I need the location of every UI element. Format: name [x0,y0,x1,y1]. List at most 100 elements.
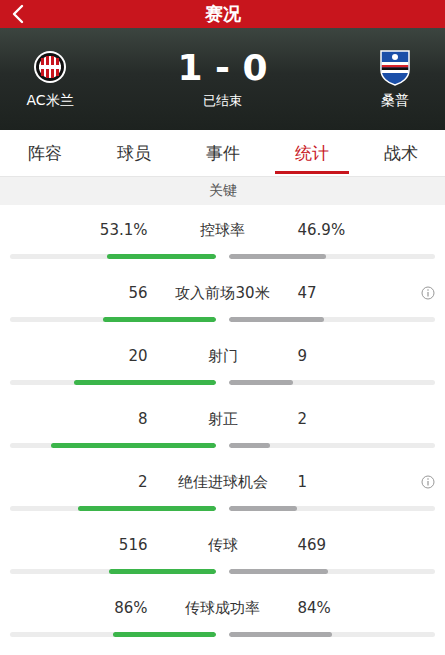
home-value: 56 [0,284,148,302]
stat-bars [0,317,445,322]
stat-bars [0,506,445,511]
stat-values: 20射门9 [0,345,445,367]
away-bar-track [229,569,435,574]
stat-label: 射门 [148,347,298,366]
away-bar-fill [229,569,328,574]
info-icon[interactable] [421,286,435,300]
home-value: 86% [0,599,148,617]
stat-row: 8射正2 [0,394,445,457]
section-header: 关键 [0,177,445,205]
away-bar-fill [229,254,326,259]
stat-values: 8射正2 [0,408,445,430]
away-cell: 47 [298,284,445,302]
ac-milan-logo-icon [33,48,67,86]
stat-values: 56攻入前场30米47 [0,282,445,304]
stat-bars [0,443,445,448]
stat-label: 攻入前场30米 [148,284,298,303]
stat-bars [0,380,445,385]
stat-values: 53.1%控球率46.9% [0,219,445,241]
scoreboard: 1 - 0 已结束 [100,48,345,110]
tab[interactable]: 战术 [356,130,445,176]
stat-label: 传球成功率 [148,599,298,618]
stat-bars [0,254,445,259]
info-icon[interactable] [421,538,435,552]
tab[interactable]: 事件 [178,130,267,176]
stat-values: 86%传球成功率84% [0,597,445,619]
away-value: 1 [298,473,308,491]
away-bar-fill [229,380,293,385]
away-cell: 469 [298,536,445,554]
stat-row: 20射门9 [0,331,445,394]
away-cell: 46.9% [298,221,445,239]
away-bar-fill [229,632,332,637]
away-bar-track [229,317,435,322]
away-cell: 1 [298,473,445,491]
away-bar-track [229,380,435,385]
back-chevron-icon[interactable] [8,3,30,25]
away-value: 84% [298,599,331,617]
away-value: 47 [298,284,317,302]
home-bar-track [10,254,216,259]
home-bar-fill [113,632,216,637]
tab[interactable]: 统计 [267,130,356,176]
home-bar-track [10,506,216,511]
match-status: 已结束 [203,92,242,110]
away-team-name: 桑普 [381,92,409,110]
home-bar-fill [107,254,216,259]
sampdoria-logo-icon [378,48,412,86]
stat-label: 绝佳进球机会 [148,473,298,492]
stat-bars [0,569,445,574]
home-bar-fill [74,380,216,385]
home-team-name: AC米兰 [26,92,73,110]
away-bar-track [229,443,435,448]
away-cell: 9 [298,347,445,365]
tab-bar: 阵容球员事件统计战术 [0,130,445,177]
stat-row: 2绝佳进球机会1 [0,457,445,520]
away-bar-track [229,506,435,511]
home-value: 8 [0,410,148,428]
home-bar-track [10,380,216,385]
stat-values: 516传球469 [0,534,445,556]
home-value: 2 [0,473,148,491]
away-value: 469 [298,536,327,554]
home-bar-fill [109,569,216,574]
home-team[interactable]: AC米兰 [0,48,100,110]
info-icon[interactable] [421,601,435,615]
info-icon[interactable] [421,412,435,426]
info-icon[interactable] [421,349,435,363]
stat-row: 53.1%控球率46.9% [0,205,445,268]
away-team[interactable]: 桑普 [345,48,445,110]
stat-label: 传球 [148,536,298,555]
top-bar: 赛况 [0,0,445,28]
home-bar-fill [103,317,216,322]
away-cell: 84% [298,599,445,617]
info-icon[interactable] [421,223,435,237]
away-bar-track [229,254,435,259]
away-bar-fill [229,506,297,511]
stat-values: 2绝佳进球机会1 [0,471,445,493]
info-icon[interactable] [421,475,435,489]
home-bar-fill [51,443,216,448]
tab[interactable]: 阵容 [0,130,89,176]
away-value: 46.9% [298,221,346,239]
stat-bars [0,632,445,637]
match-banner: AC米兰 1 - 0 已结束 桑普 [0,28,445,130]
away-value: 2 [298,410,308,428]
home-value: 53.1% [0,221,148,239]
stat-label: 射正 [148,410,298,429]
page-title: 赛况 [205,1,241,27]
away-value: 9 [298,347,308,365]
stat-label: 控球率 [148,221,298,240]
home-bar-fill [78,506,216,511]
score: 1 - 0 [177,48,267,88]
home-value: 516 [0,536,148,554]
away-bar-fill [229,443,270,448]
away-bar-fill [229,317,324,322]
home-bar-track [10,317,216,322]
home-bar-track [10,632,216,637]
away-cell: 2 [298,410,445,428]
tab[interactable]: 球员 [89,130,178,176]
stat-row: 516传球469 [0,520,445,583]
home-bar-track [10,443,216,448]
home-value: 20 [0,347,148,365]
